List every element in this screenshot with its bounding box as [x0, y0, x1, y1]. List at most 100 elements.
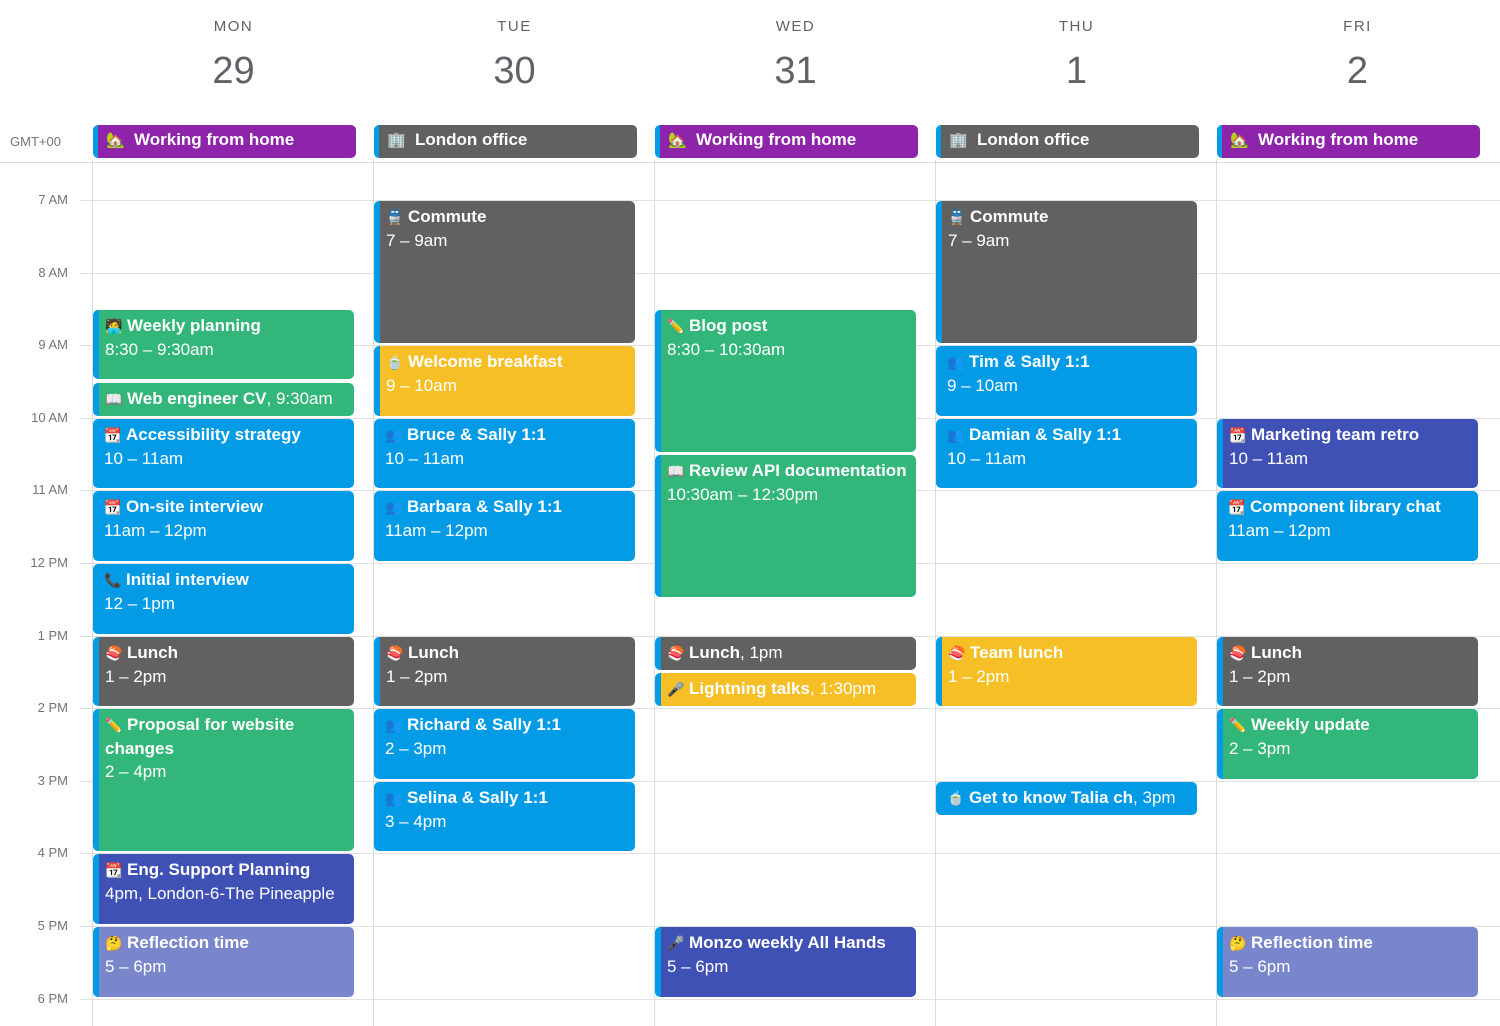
day-number[interactable]: 30 [374, 50, 655, 93]
day-header[interactable]: MON 29 [93, 0, 374, 110]
calendar-event[interactable]: ✏️ Proposal for website changes 2 – 4pm [93, 709, 354, 852]
calendar-icon: 📆 [1228, 499, 1246, 516]
hour-label: 3 PM [37, 772, 68, 788]
calendar-event[interactable]: 👥 Barbara & Sally 1:1 11am – 12pm [374, 491, 635, 561]
thinking-face-icon: 🤔 [105, 935, 123, 951]
all-day-event-label: Working from home [1258, 130, 1419, 149]
event-title: Weekly planning [127, 315, 261, 335]
calendar-event[interactable]: 🍣 Lunch 1 – 2pm [374, 636, 635, 707]
event-time: 3 – 4pm [385, 811, 447, 831]
calendar-event[interactable]: 🎤 Monzo weekly All Hands 5 – 6pm [655, 927, 916, 997]
calendar-event[interactable]: 📖 Review API documentation 10:30am – 12:30… [655, 455, 916, 598]
event-time: 2 – 3pm [385, 739, 447, 759]
event-title: Team lunch [970, 642, 1064, 662]
calendar-event[interactable]: 📆 On-site interview 11am – 12pm [93, 491, 354, 561]
calendar-icon: 📆 [104, 499, 122, 516]
day-number[interactable]: 2 [1217, 50, 1498, 93]
day-number[interactable]: 1 [936, 50, 1217, 93]
calendar-event[interactable]: 🍵 Get to know Talia ch, 3pm [936, 781, 1197, 816]
hour-gridline [80, 272, 1500, 274]
sushi-icon: 🍣 [386, 644, 404, 661]
calendar-icon: 📆 [105, 862, 123, 879]
technologist-icon: 🧑‍💻 [105, 317, 123, 334]
calendar-event[interactable]: 🤔 Reflection time 5 – 6pm [1217, 927, 1478, 997]
calendar-event[interactable]: 🍣 Lunch 1 – 2pm [1217, 636, 1478, 707]
people-icon: 👥 [947, 426, 965, 443]
event-title: Bruce & Sally 1:1 [407, 424, 546, 444]
all-day-event[interactable]: 🏢 London office [374, 125, 637, 158]
calendar-event[interactable]: 👥 Damian & Sally 1:1 10 – 11am [936, 418, 1197, 489]
calendar-event[interactable]: 👥 Tim & Sally 1:1 9 – 10am [936, 346, 1197, 416]
day-name: TUE [497, 18, 532, 35]
calendar-event[interactable]: 📆 Accessibility strategy 10 – 11am [93, 418, 354, 489]
all-day-event[interactable]: 🏡 Working from home [1217, 125, 1480, 158]
calendar-event[interactable]: 👥 Selina & Sally 1:1 3 – 4pm [374, 781, 635, 852]
hour-gridline [80, 200, 1500, 201]
day-name: MON [213, 18, 254, 35]
calendar-event[interactable]: 📞 Initial interview 12 – 1pm [93, 564, 354, 634]
hour-label: 1 PM [37, 627, 68, 643]
event-title: Lunch [127, 642, 178, 662]
sushi-icon: 🍣 [105, 644, 123, 661]
event-separator: , [809, 678, 820, 698]
event-title: Lunch [1251, 642, 1302, 662]
hour-label: 10 AM [31, 409, 68, 425]
calendar-event[interactable]: 🍵 Welcome breakfast 9 – 10am [374, 346, 635, 416]
calendar-event[interactable]: ✏️ Weekly update 2 – 3pm [1217, 709, 1478, 779]
calendar-event[interactable]: 👥 Richard & Sally 1:1 2 – 3pm [374, 709, 635, 779]
event-title: Marketing team retro [1251, 424, 1420, 444]
all-day-divider [0, 162, 1500, 163]
all-day-event-label: Working from home [134, 130, 295, 149]
all-day-event[interactable]: 🏢 London office [936, 125, 1199, 158]
calendar-event[interactable]: 🍣 Lunch, 1pm [655, 636, 916, 670]
all-day-event[interactable]: 🏡 Working from home [93, 125, 356, 158]
hour-label: 6 PM [37, 990, 68, 1006]
event-title: Barbara & Sally 1:1 [407, 497, 562, 517]
event-time: 10 – 11am [1229, 448, 1309, 468]
event-time: 11am – 12pm [385, 521, 488, 541]
event-title: Web engineer CV [127, 388, 267, 408]
day-header[interactable]: TUE 30 [374, 0, 655, 110]
pencil-icon: ✏️ [667, 317, 685, 334]
event-time: 1 – 2pm [1229, 666, 1291, 686]
event-time: 2 – 4pm [105, 762, 167, 782]
event-time: 5 – 6pm [1229, 957, 1291, 976]
calendar-event[interactable]: 🤔 Reflection time 5 – 6pm [93, 927, 354, 997]
office-building-icon: 🏢 [387, 132, 406, 149]
calendar-event[interactable]: 📆 Marketing team retro 10 – 11am [1217, 418, 1478, 489]
calendar-event[interactable]: ✏️ Blog post 8:30 – 10:30am [655, 309, 916, 453]
event-time: 2 – 3pm [1229, 739, 1291, 759]
hour-label: 2 PM [37, 700, 68, 716]
calendar-event[interactable]: 🍣 Team lunch 1 – 2pm [936, 636, 1197, 707]
calendar-event[interactable]: 🧑‍💻 Weekly planning 8:30 – 9:30am [93, 309, 354, 380]
house-with-tree-icon: 🏡 [1230, 132, 1249, 149]
event-time: 9 – 10am [386, 376, 457, 396]
calendar-event[interactable]: 👥 Bruce & Sally 1:1 10 – 11am [374, 418, 635, 489]
calendar-event[interactable]: 🎤 Lightning talks, 1:30pm [655, 672, 916, 707]
timezone-label: GMT+00 [10, 134, 61, 149]
day-header[interactable]: FRI 2 [1217, 0, 1498, 110]
day-header[interactable]: THU 1 [936, 0, 1217, 110]
event-time: 10 – 11am [947, 448, 1027, 468]
event-title: Reflection time [1251, 933, 1373, 952]
calendar-event[interactable]: 📆 Component library chat 11am – 12pm [1217, 491, 1478, 561]
hour-label: 12 PM [30, 555, 68, 570]
calendar-event[interactable]: 📖 Web engineer CV, 9:30am [93, 382, 354, 416]
all-day-event[interactable]: 🏡 Working from home [655, 125, 918, 158]
calendar-event[interactable]: 🍣 Lunch 1 – 2pm [93, 636, 354, 707]
calendar-event[interactable]: 🚆 Commute 7 – 9am [374, 201, 635, 344]
bowl-icon: 🍵 [386, 354, 404, 371]
event-title: Proposal for website changes [105, 715, 295, 759]
event-time: 1pm [749, 642, 783, 662]
event-title: Reflection time [127, 933, 249, 952]
sushi-icon: 🍣 [948, 644, 966, 661]
event-time: 11am – 12pm [1228, 521, 1331, 541]
day-name: WED [775, 18, 816, 35]
calendar-icon: 📆 [104, 426, 122, 443]
day-header[interactable]: WED 31 [655, 0, 936, 110]
day-number[interactable]: 31 [655, 50, 936, 93]
calendar-event[interactable]: 📆 Eng. Support Planning 4pm, London-6-The … [93, 854, 354, 924]
calendar-event[interactable]: 🚆 Commute 7 – 9am [936, 201, 1197, 344]
day-number[interactable]: 29 [93, 50, 374, 93]
event-time: 5 – 6pm [105, 957, 167, 976]
